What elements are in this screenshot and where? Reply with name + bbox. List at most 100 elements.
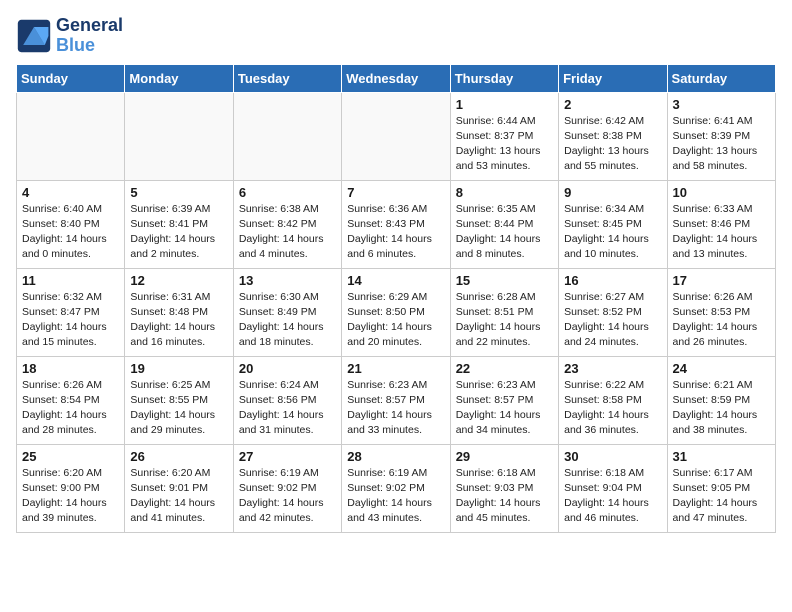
- calendar-header-row: Sunday Monday Tuesday Wednesday Thursday…: [17, 64, 776, 92]
- calendar-cell: 19Sunrise: 6:25 AMSunset: 8:55 PMDayligh…: [125, 356, 233, 444]
- day-number: 31: [673, 449, 770, 464]
- day-info: Sunrise: 6:32 AMSunset: 8:47 PMDaylight:…: [22, 290, 119, 351]
- calendar-cell: 26Sunrise: 6:20 AMSunset: 9:01 PMDayligh…: [125, 444, 233, 532]
- day-info: Sunrise: 6:23 AMSunset: 8:57 PMDaylight:…: [456, 378, 553, 439]
- day-number: 24: [673, 361, 770, 376]
- calendar-cell: 2 Sunrise: 6:42 AMSunset: 8:38 PMDaylight…: [559, 92, 667, 180]
- week-row-1: 1 Sunrise: 6:44 AMSunset: 8:37 PMDaylight…: [17, 92, 776, 180]
- day-number: 29: [456, 449, 553, 464]
- week-row-3: 11 Sunrise: 6:32 AMSunset: 8:47 PMDayligh…: [17, 268, 776, 356]
- day-number: 18: [22, 361, 119, 376]
- day-info: Sunrise: 6:40 AMSunset: 8:40 PMDaylight:…: [22, 202, 119, 263]
- calendar-cell: 24 Sunrise: 6:21 AMSunset: 8:59 PMDayligh…: [667, 356, 775, 444]
- day-info: Sunrise: 6:35 AMSunset: 8:44 PMDaylight:…: [456, 202, 553, 263]
- calendar-cell: 30 Sunrise: 6:18 AMSunset: 9:04 PMDayligh…: [559, 444, 667, 532]
- calendar-cell: 28 Sunrise: 6:19 AMSunset: 9:02 PMDayligh…: [342, 444, 450, 532]
- day-info: Sunrise: 6:29 AMSunset: 8:50 PMDaylight:…: [347, 290, 444, 351]
- calendar-cell: 22 Sunrise: 6:23 AMSunset: 8:57 PMDayligh…: [450, 356, 558, 444]
- day-number: 9: [564, 185, 661, 200]
- calendar-cell: 29Sunrise: 6:18 AMSunset: 9:03 PMDayligh…: [450, 444, 558, 532]
- day-number: 7: [347, 185, 444, 200]
- day-info: Sunrise: 6:28 AMSunset: 8:51 PMDaylight:…: [456, 290, 553, 351]
- day-number: 23: [564, 361, 661, 376]
- day-info: Sunrise: 6:19 AMSunset: 9:02 PMDaylight:…: [347, 466, 444, 527]
- day-info: Sunrise: 6:27 AMSunset: 8:52 PMDaylight:…: [564, 290, 661, 351]
- calendar-cell: [17, 92, 125, 180]
- day-info: Sunrise: 6:42 AMSunset: 8:38 PMDaylight:…: [564, 114, 661, 175]
- col-friday: Friday: [559, 64, 667, 92]
- day-number: 20: [239, 361, 336, 376]
- calendar-cell: 17 Sunrise: 6:26 AMSunset: 8:53 PMDayligh…: [667, 268, 775, 356]
- day-number: 14: [347, 273, 444, 288]
- day-number: 17: [673, 273, 770, 288]
- calendar-cell: [342, 92, 450, 180]
- col-sunday: Sunday: [17, 64, 125, 92]
- day-info: Sunrise: 6:18 AMSunset: 9:04 PMDaylight:…: [564, 466, 661, 527]
- day-info: Sunrise: 6:17 AMSunset: 9:05 PMDaylight:…: [673, 466, 770, 527]
- day-info: Sunrise: 6:30 AMSunset: 8:49 PMDaylight:…: [239, 290, 336, 351]
- day-info: Sunrise: 6:31 AMSunset: 8:48 PMDaylight:…: [130, 290, 227, 351]
- day-number: 10: [673, 185, 770, 200]
- day-info: Sunrise: 6:23 AMSunset: 8:57 PMDaylight:…: [347, 378, 444, 439]
- logo-text: General Blue: [56, 16, 123, 56]
- col-saturday: Saturday: [667, 64, 775, 92]
- day-number: 21: [347, 361, 444, 376]
- day-number: 30: [564, 449, 661, 464]
- calendar-cell: 10Sunrise: 6:33 AMSunset: 8:46 PMDayligh…: [667, 180, 775, 268]
- calendar-cell: 21 Sunrise: 6:23 AMSunset: 8:57 PMDayligh…: [342, 356, 450, 444]
- day-info: Sunrise: 6:22 AMSunset: 8:58 PMDaylight:…: [564, 378, 661, 439]
- day-number: 3: [673, 97, 770, 112]
- day-info: Sunrise: 6:20 AMSunset: 9:00 PMDaylight:…: [22, 466, 119, 527]
- week-row-4: 18 Sunrise: 6:26 AMSunset: 8:54 PMDayligh…: [17, 356, 776, 444]
- day-info: Sunrise: 6:36 AMSunset: 8:43 PMDaylight:…: [347, 202, 444, 263]
- day-number: 25: [22, 449, 119, 464]
- day-info: Sunrise: 6:21 AMSunset: 8:59 PMDaylight:…: [673, 378, 770, 439]
- calendar-cell: 18 Sunrise: 6:26 AMSunset: 8:54 PMDayligh…: [17, 356, 125, 444]
- day-number: 13: [239, 273, 336, 288]
- day-number: 1: [456, 97, 553, 112]
- day-number: 2: [564, 97, 661, 112]
- day-info: Sunrise: 6:25 AMSunset: 8:55 PMDaylight:…: [130, 378, 227, 439]
- day-number: 15: [456, 273, 553, 288]
- week-row-2: 4 Sunrise: 6:40 AMSunset: 8:40 PMDaylight…: [17, 180, 776, 268]
- calendar-cell: 20 Sunrise: 6:24 AMSunset: 8:56 PMDayligh…: [233, 356, 341, 444]
- calendar-cell: 16 Sunrise: 6:27 AMSunset: 8:52 PMDayligh…: [559, 268, 667, 356]
- day-info: Sunrise: 6:26 AMSunset: 8:53 PMDaylight:…: [673, 290, 770, 351]
- page-header: General Blue: [16, 16, 776, 56]
- calendar-cell: 11 Sunrise: 6:32 AMSunset: 8:47 PMDayligh…: [17, 268, 125, 356]
- calendar-cell: 6Sunrise: 6:38 AMSunset: 8:42 PMDaylight…: [233, 180, 341, 268]
- week-row-5: 25 Sunrise: 6:20 AMSunset: 9:00 PMDayligh…: [17, 444, 776, 532]
- calendar-cell: 31 Sunrise: 6:17 AMSunset: 9:05 PMDayligh…: [667, 444, 775, 532]
- day-info: Sunrise: 6:44 AMSunset: 8:37 PMDaylight:…: [456, 114, 553, 175]
- logo: General Blue: [16, 16, 123, 56]
- day-info: Sunrise: 6:38 AMSunset: 8:42 PMDaylight:…: [239, 202, 336, 263]
- day-number: 22: [456, 361, 553, 376]
- day-info: Sunrise: 6:20 AMSunset: 9:01 PMDaylight:…: [130, 466, 227, 527]
- calendar-cell: [233, 92, 341, 180]
- calendar-cell: 1 Sunrise: 6:44 AMSunset: 8:37 PMDaylight…: [450, 92, 558, 180]
- calendar-cell: 5 Sunrise: 6:39 AMSunset: 8:41 PMDaylight…: [125, 180, 233, 268]
- day-info: Sunrise: 6:34 AMSunset: 8:45 PMDaylight:…: [564, 202, 661, 263]
- day-number: 27: [239, 449, 336, 464]
- day-info: Sunrise: 6:24 AMSunset: 8:56 PMDaylight:…: [239, 378, 336, 439]
- day-number: 28: [347, 449, 444, 464]
- day-info: Sunrise: 6:19 AMSunset: 9:02 PMDaylight:…: [239, 466, 336, 527]
- calendar: Sunday Monday Tuesday Wednesday Thursday…: [16, 64, 776, 533]
- calendar-cell: 12 Sunrise: 6:31 AMSunset: 8:48 PMDayligh…: [125, 268, 233, 356]
- day-number: 12: [130, 273, 227, 288]
- calendar-cell: 13 Sunrise: 6:30 AMSunset: 8:49 PMDayligh…: [233, 268, 341, 356]
- col-monday: Monday: [125, 64, 233, 92]
- day-info: Sunrise: 6:26 AMSunset: 8:54 PMDaylight:…: [22, 378, 119, 439]
- day-number: 4: [22, 185, 119, 200]
- day-number: 11: [22, 273, 119, 288]
- day-info: Sunrise: 6:39 AMSunset: 8:41 PMDaylight:…: [130, 202, 227, 263]
- day-number: 5: [130, 185, 227, 200]
- calendar-cell: 15 Sunrise: 6:28 AMSunset: 8:51 PMDayligh…: [450, 268, 558, 356]
- calendar-cell: 8 Sunrise: 6:35 AMSunset: 8:44 PMDaylight…: [450, 180, 558, 268]
- calendar-cell: [125, 92, 233, 180]
- calendar-cell: 4 Sunrise: 6:40 AMSunset: 8:40 PMDaylight…: [17, 180, 125, 268]
- col-tuesday: Tuesday: [233, 64, 341, 92]
- day-number: 8: [456, 185, 553, 200]
- day-number: 16: [564, 273, 661, 288]
- calendar-cell: 23 Sunrise: 6:22 AMSunset: 8:58 PMDayligh…: [559, 356, 667, 444]
